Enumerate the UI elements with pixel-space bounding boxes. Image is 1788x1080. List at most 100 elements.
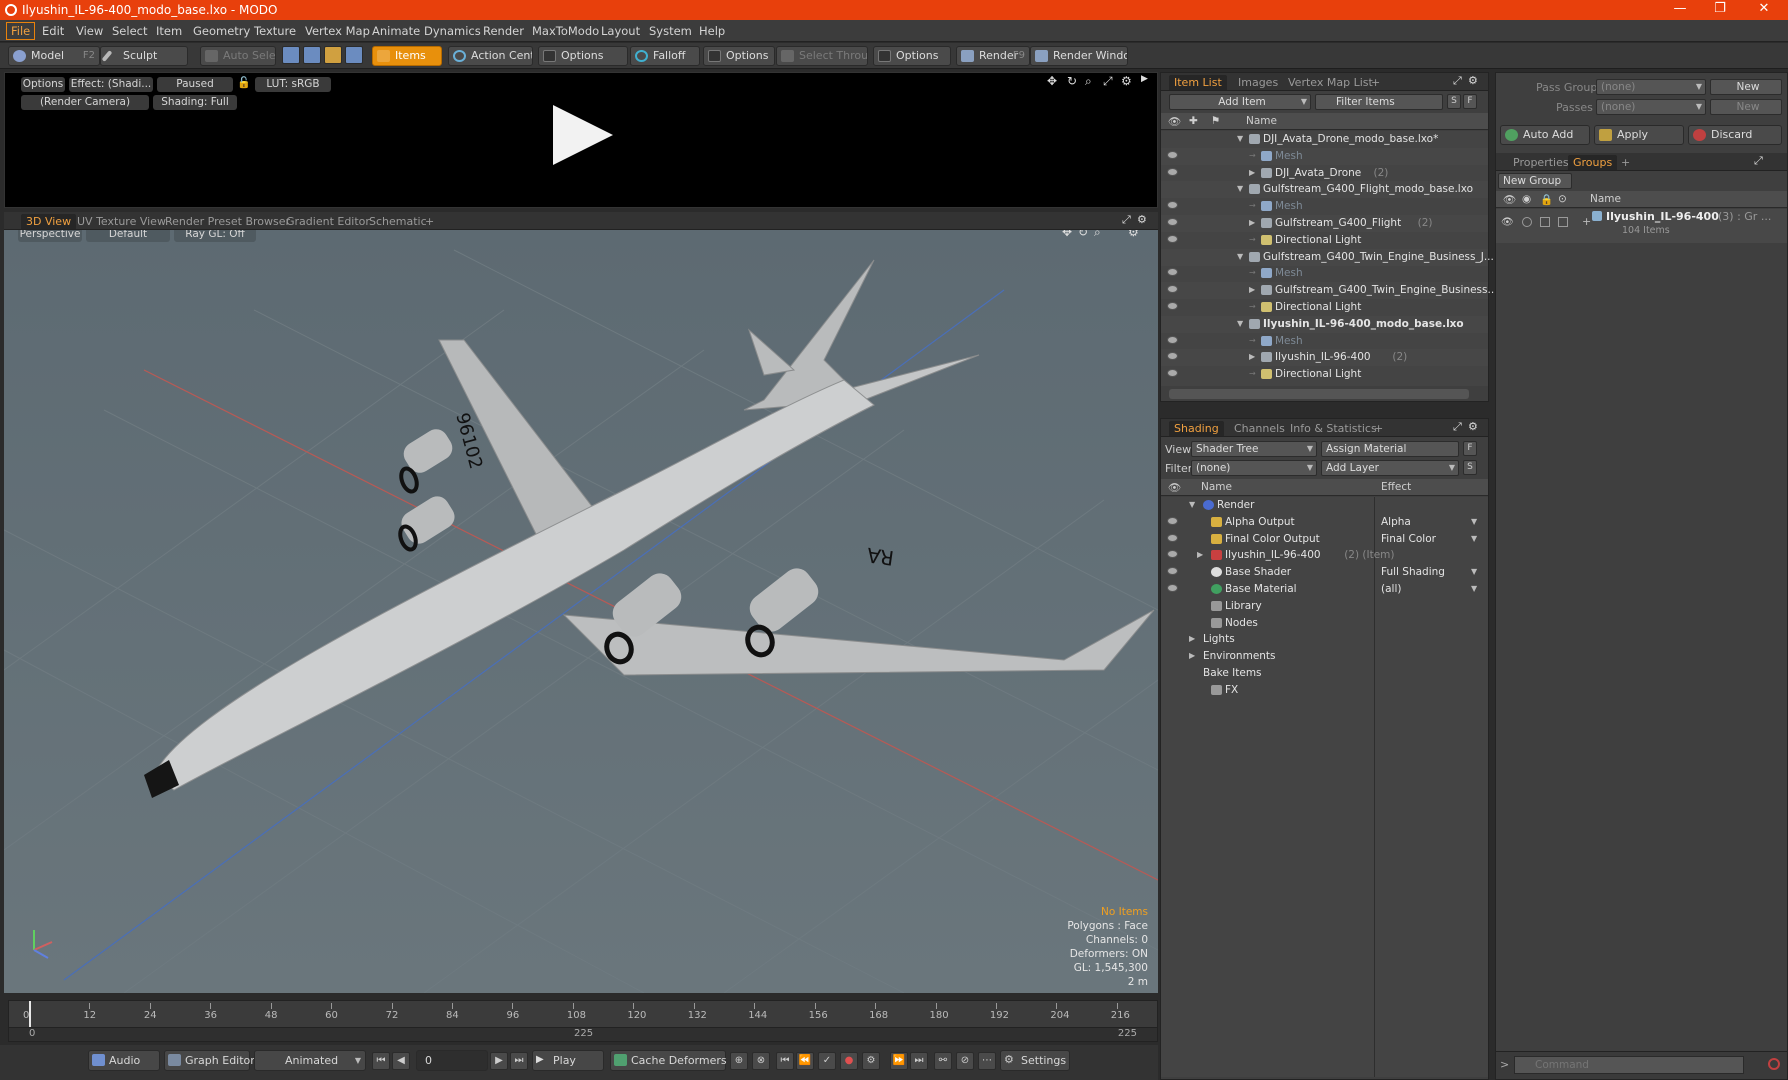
- maximize-icon[interactable]: ⤢: [1103, 74, 1113, 89]
- timeline[interactable]: 0 12 24 36 48 60 72 84 96 108 120 132 144 156 168 180 19…: [8, 1000, 1158, 1042]
- effect-value[interactable]: Final Color: [1381, 533, 1436, 545]
- lock-toggle-icon[interactable]: [1540, 217, 1550, 227]
- shader-tree-row[interactable]: Final Color Output Final Color ▼: [1161, 531, 1488, 548]
- item-list-row[interactable]: ▼ Ilyushin_IL-96-400_modo_base.lxo: [1161, 315, 1488, 333]
- visibility-eye-icon[interactable]: [1167, 302, 1178, 310]
- visibility-eye-icon[interactable]: [1167, 167, 1178, 176]
- cache-deformers-button[interactable]: Cache Deformers: [610, 1050, 727, 1071]
- pass-groups-dropdown[interactable]: (none) ▼: [1596, 79, 1706, 95]
- add-tab-button[interactable]: +: [1366, 75, 1385, 90]
- rotate-icon[interactable]: ↻: [1078, 230, 1088, 239]
- model-mode-button[interactable]: Model F2: [8, 46, 100, 66]
- visibility-eye-icon[interactable]: [1167, 369, 1178, 378]
- item-list-row[interactable]: → Mesh: [1161, 147, 1488, 165]
- expand-plus-icon[interactable]: +: [1582, 215, 1591, 228]
- next-frame-icon[interactable]: ⏩: [890, 1052, 908, 1070]
- passes-dropdown[interactable]: (none) ▼: [1596, 99, 1706, 115]
- go-to-end-icon[interactable]: ⏭: [510, 1052, 528, 1070]
- next-key-icon[interactable]: ▶: [490, 1052, 508, 1070]
- preview-options-button[interactable]: Options: [21, 77, 65, 92]
- item-list-row[interactable]: → Directional Light: [1161, 366, 1488, 383]
- item-list-row[interactable]: ▼ Gulfstream_G400_Twin_Engine_Business_J.…: [1161, 248, 1494, 266]
- pan-icon[interactable]: ✥: [1047, 74, 1057, 88]
- filter-f-button[interactable]: F: [1463, 94, 1477, 109]
- raygl-toggle[interactable]: Ray GL: Off: [174, 230, 256, 242]
- tab-shading[interactable]: Shading: [1169, 421, 1224, 436]
- chevron-down-icon[interactable]: ▼: [1471, 567, 1477, 576]
- settings-button[interactable]: ⚙ Settings: [1000, 1050, 1070, 1071]
- polygons-mode-icon[interactable]: [324, 46, 342, 64]
- add-tab-button[interactable]: +: [1369, 421, 1388, 436]
- falloff-options-button[interactable]: Options: [703, 46, 775, 66]
- filter-f-button[interactable]: F: [1463, 441, 1477, 456]
- menu-render[interactable]: Render: [479, 23, 528, 39]
- item-list-row[interactable]: → Directional Light: [1161, 299, 1488, 316]
- visibility-eye-icon[interactable]: [1167, 533, 1178, 542]
- tab-properties[interactable]: Properties: [1508, 155, 1574, 170]
- lock-icon[interactable]: 🔓: [237, 76, 251, 89]
- shader-tree-row[interactable]: Base Shader Full Shading ▼: [1161, 564, 1488, 581]
- tab-gradient-editor[interactable]: Gradient Editor: [281, 214, 375, 229]
- channels-icon[interactable]: ⊘: [956, 1052, 974, 1070]
- horizontal-scrollbar[interactable]: [1169, 389, 1469, 399]
- menu-help[interactable]: Help: [695, 23, 729, 39]
- perspective-dropdown[interactable]: Perspective: [18, 230, 82, 242]
- menu-vertex-map[interactable]: Vertex Map: [301, 23, 374, 39]
- effect-value[interactable]: Alpha: [1381, 516, 1411, 528]
- maximize-icon[interactable]: ⤢: [1453, 74, 1462, 88]
- render-preview-panel[interactable]: Options Effect: (Shadi... Paused 🔓 LUT: …: [4, 72, 1158, 208]
- effect-value[interactable]: (all): [1381, 583, 1401, 595]
- tab-item-list[interactable]: Item List: [1169, 75, 1227, 90]
- menu-edit[interactable]: Edit: [38, 23, 68, 39]
- tab-info-statistics[interactable]: Info & Statistics: [1285, 421, 1382, 436]
- add-item-dropdown[interactable]: Add Item ▼: [1169, 94, 1311, 110]
- collapse-arrow-icon[interactable]: ▼: [1237, 252, 1243, 261]
- go-to-start-icon[interactable]: ⏮: [372, 1052, 390, 1070]
- key-set-icon[interactable]: ✓: [818, 1052, 836, 1070]
- apply-button[interactable]: Apply: [1594, 125, 1684, 145]
- gear-icon[interactable]: ⚙: [1468, 74, 1478, 87]
- play-button[interactable]: ▶ Play: [532, 1050, 604, 1071]
- visibility-eye-icon[interactable]: [1167, 584, 1178, 592]
- add-tab-button[interactable]: +: [1616, 155, 1635, 170]
- expand-arrow-icon[interactable]: ▶: [1249, 218, 1255, 227]
- minimize-button[interactable]: —: [1660, 1, 1700, 19]
- play-render-icon[interactable]: [553, 105, 613, 165]
- menu-dynamics[interactable]: Dynamics: [420, 23, 485, 39]
- render-window-button[interactable]: Render Window: [1030, 46, 1128, 66]
- filter-items-input[interactable]: Filter Items: [1315, 94, 1443, 110]
- audio-button[interactable]: Audio: [88, 1050, 160, 1071]
- maximize-icon[interactable]: ⤢: [1453, 420, 1462, 434]
- item-list-row[interactable]: ▶ DJI_Avata_Drone (2): [1161, 165, 1488, 182]
- shader-tree-row[interactable]: ▶ Lights: [1161, 631, 1488, 648]
- tab-3d-view[interactable]: 3D View: [21, 214, 77, 229]
- gear-icon[interactable]: ⚙: [1137, 213, 1147, 226]
- filter-dropdown[interactable]: (none) ▼: [1191, 460, 1317, 476]
- group-row[interactable]: 👁 + Ilyushin_IL-96-400 (3) : Gr ... 104 …: [1496, 209, 1787, 243]
- range-slider[interactable]: 0 225 225: [9, 1027, 1157, 1041]
- link-icon[interactable]: ⚯: [934, 1052, 952, 1070]
- menu-select[interactable]: Select: [108, 23, 151, 39]
- materials-mode-icon[interactable]: [345, 46, 363, 64]
- preview-shading-dropdown[interactable]: Shading: Full: [153, 95, 237, 110]
- rotate-icon[interactable]: ↻: [1067, 74, 1077, 88]
- filter-s-button[interactable]: S: [1447, 94, 1461, 109]
- gear-icon[interactable]: ⚙: [1128, 230, 1139, 239]
- item-list-row[interactable]: → Mesh: [1161, 265, 1488, 282]
- collapse-arrow-icon[interactable]: ▼: [1237, 319, 1243, 328]
- current-frame-field[interactable]: 0: [416, 1050, 488, 1071]
- discard-button[interactable]: Discard: [1688, 125, 1782, 145]
- shader-tree-row[interactable]: Alpha Output Alpha ▼: [1161, 514, 1488, 531]
- chevron-down-icon[interactable]: ▼: [1471, 584, 1477, 593]
- new-pass-group-button[interactable]: New: [1710, 79, 1782, 95]
- item-list-row[interactable]: ▶ Ilyushin_IL-96-400 (2): [1161, 349, 1488, 367]
- collapse-arrow-icon[interactable]: ▼: [1237, 184, 1243, 193]
- visibility-eye-icon[interactable]: [1167, 268, 1178, 277]
- menu-system[interactable]: System: [645, 23, 696, 39]
- auto-key-icon[interactable]: ⊗: [752, 1052, 770, 1070]
- tab-groups[interactable]: Groups: [1568, 155, 1618, 170]
- collapse-arrow-icon[interactable]: ▼: [1237, 134, 1243, 143]
- action-center-button[interactable]: Action Center: [448, 46, 533, 66]
- tab-uv-texture-view[interactable]: UV Texture View: [72, 214, 171, 229]
- visibility-eye-icon[interactable]: [1167, 352, 1178, 361]
